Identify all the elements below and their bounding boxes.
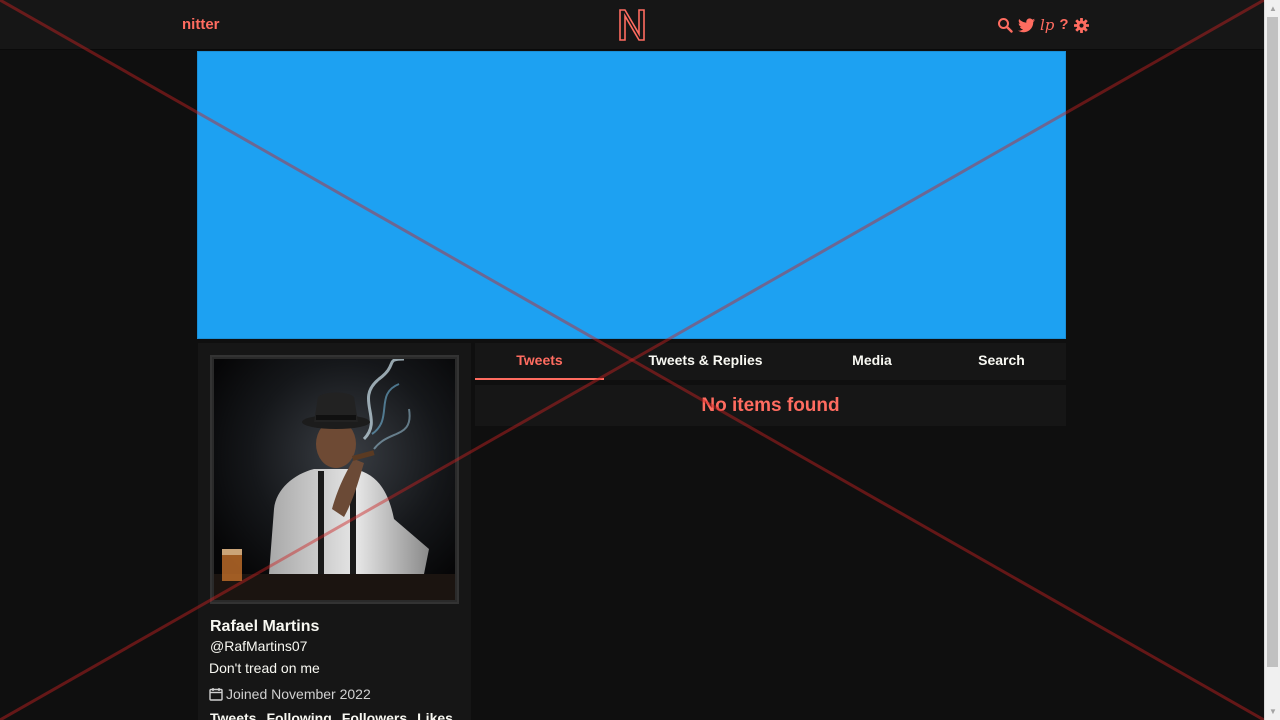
avatar[interactable] — [214, 359, 455, 600]
nitter-profile-page: nitter lp ? Rafael Martins @RafMartins07… — [0, 0, 1280, 720]
timeline-tabs: Tweets Tweets & Replies Media Search — [475, 343, 1066, 380]
avatar-frame[interactable] — [210, 355, 459, 604]
stat-followers[interactable]: Followers — [342, 710, 407, 720]
brand-link[interactable]: nitter — [182, 16, 220, 33]
profile-joined-date: Joined November 2022 — [209, 686, 371, 702]
scroll-up-arrow-icon[interactable]: ▲ — [1265, 0, 1280, 17]
profile-bio: Don't tread on me — [209, 660, 320, 676]
stat-likes[interactable]: Likes — [417, 710, 453, 720]
profile-stats: Tweets Following Followers Likes — [210, 710, 453, 720]
twitter-bird-icon[interactable] — [1018, 17, 1035, 33]
tab-media[interactable]: Media — [807, 343, 937, 380]
stat-following[interactable]: Following — [266, 710, 331, 720]
settings-gear-icon[interactable] — [1073, 17, 1089, 33]
profile-joined-text: Joined November 2022 — [226, 686, 371, 702]
calendar-icon — [209, 688, 223, 701]
help-icon[interactable]: ? — [1059, 16, 1068, 34]
timeline-empty-message: No items found — [475, 385, 1066, 426]
profile-card: Rafael Martins @RafMartins07 Don't tread… — [198, 343, 471, 720]
nitter-logo-icon[interactable] — [617, 8, 647, 42]
scroll-down-arrow-icon[interactable]: ▼ — [1265, 703, 1280, 720]
profile-banner[interactable] — [197, 51, 1066, 339]
stat-tweets[interactable]: Tweets — [210, 710, 256, 720]
tab-tweets[interactable]: Tweets — [475, 343, 604, 380]
top-nav-bar: nitter lp ? — [0, 0, 1264, 50]
lp-icon[interactable]: lp — [1040, 16, 1054, 34]
search-icon[interactable] — [997, 17, 1013, 33]
profile-fullname[interactable]: Rafael Martins — [210, 618, 319, 636]
nav-icons: lp ? — [997, 15, 1089, 35]
tab-search[interactable]: Search — [937, 343, 1066, 380]
scroll-thumb[interactable] — [1267, 17, 1278, 667]
vertical-scrollbar[interactable]: ▲ ▼ — [1264, 0, 1280, 720]
tab-tweets-and-replies[interactable]: Tweets & Replies — [604, 343, 807, 380]
profile-username[interactable]: @RafMartins07 — [210, 638, 307, 654]
